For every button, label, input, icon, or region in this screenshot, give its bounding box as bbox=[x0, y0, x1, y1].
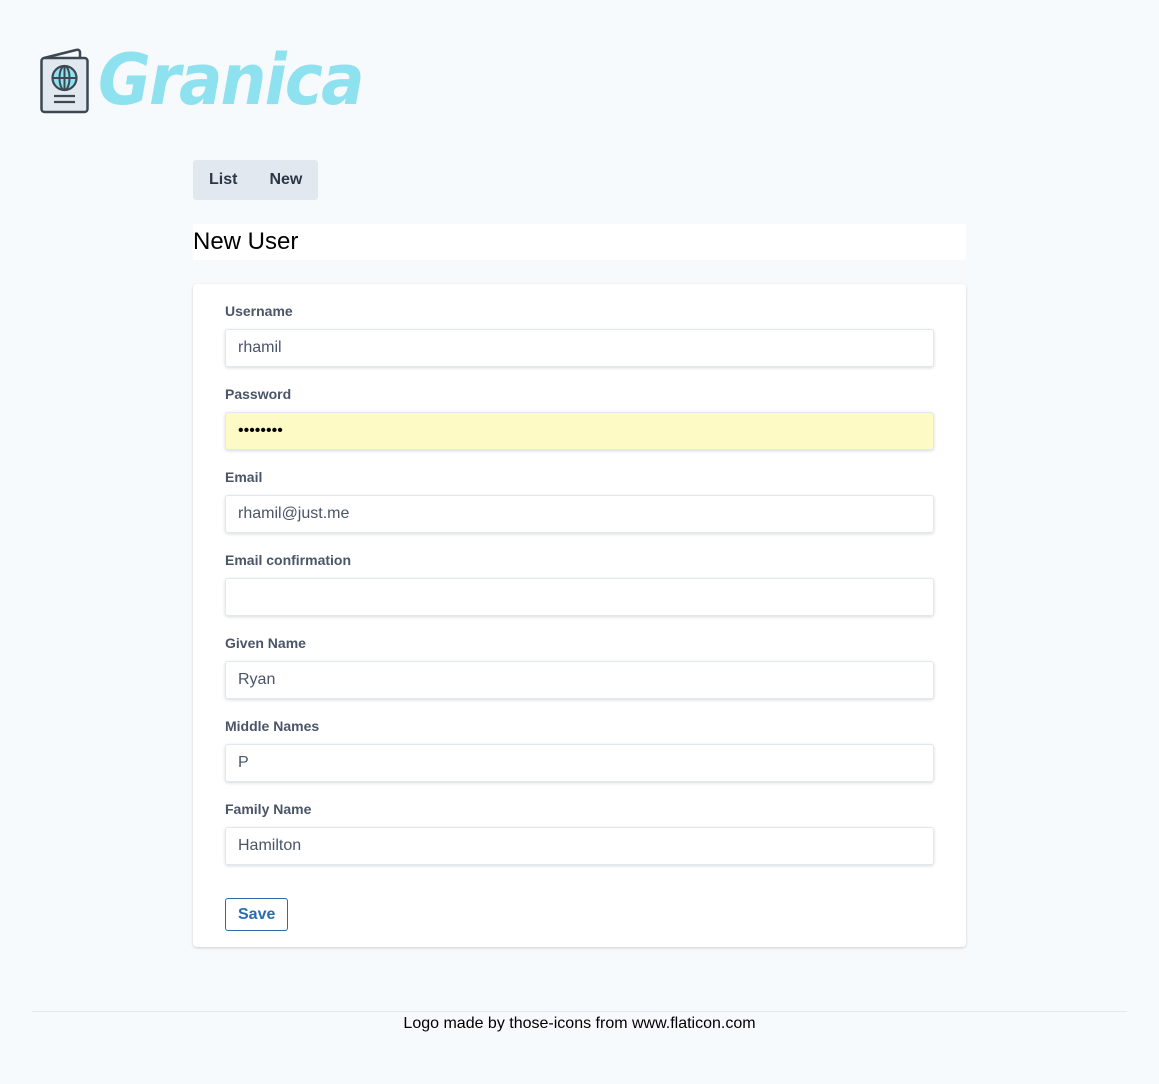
given-name-label: Given Name bbox=[225, 635, 306, 651]
email-confirmation-label: Email confirmation bbox=[225, 552, 352, 568]
given-name-input[interactable] bbox=[225, 661, 934, 699]
email-confirmation-input[interactable] bbox=[225, 578, 934, 616]
tab-list[interactable]: List bbox=[193, 160, 254, 200]
tab-new[interactable]: New bbox=[253, 160, 319, 200]
password-input[interactable] bbox=[225, 412, 934, 450]
family-name-label: Family Name bbox=[225, 801, 312, 817]
new-user-form: Username Password Email Email confirmati… bbox=[193, 284, 966, 947]
email-input[interactable] bbox=[225, 495, 934, 533]
password-label: Password bbox=[225, 386, 292, 402]
passport-globe-icon bbox=[40, 48, 89, 114]
brand-logo[interactable]: Granica bbox=[40, 40, 365, 120]
username-label: Username bbox=[225, 303, 293, 319]
tab-bar: List New bbox=[193, 160, 319, 200]
username-input[interactable] bbox=[225, 329, 934, 367]
middle-names-input[interactable] bbox=[225, 744, 934, 782]
footer-divider bbox=[32, 1011, 1127, 1012]
family-name-input[interactable] bbox=[225, 827, 934, 865]
middle-names-label: Middle Names bbox=[225, 718, 320, 734]
footer-credit: Logo made by those-icons from www.flatic… bbox=[403, 1015, 756, 1032]
brand-name: Granica bbox=[98, 39, 365, 121]
save-button[interactable]: Save bbox=[225, 898, 289, 931]
email-label: Email bbox=[225, 469, 263, 485]
page-title: New User bbox=[193, 228, 299, 255]
page-header: New User bbox=[193, 224, 966, 260]
